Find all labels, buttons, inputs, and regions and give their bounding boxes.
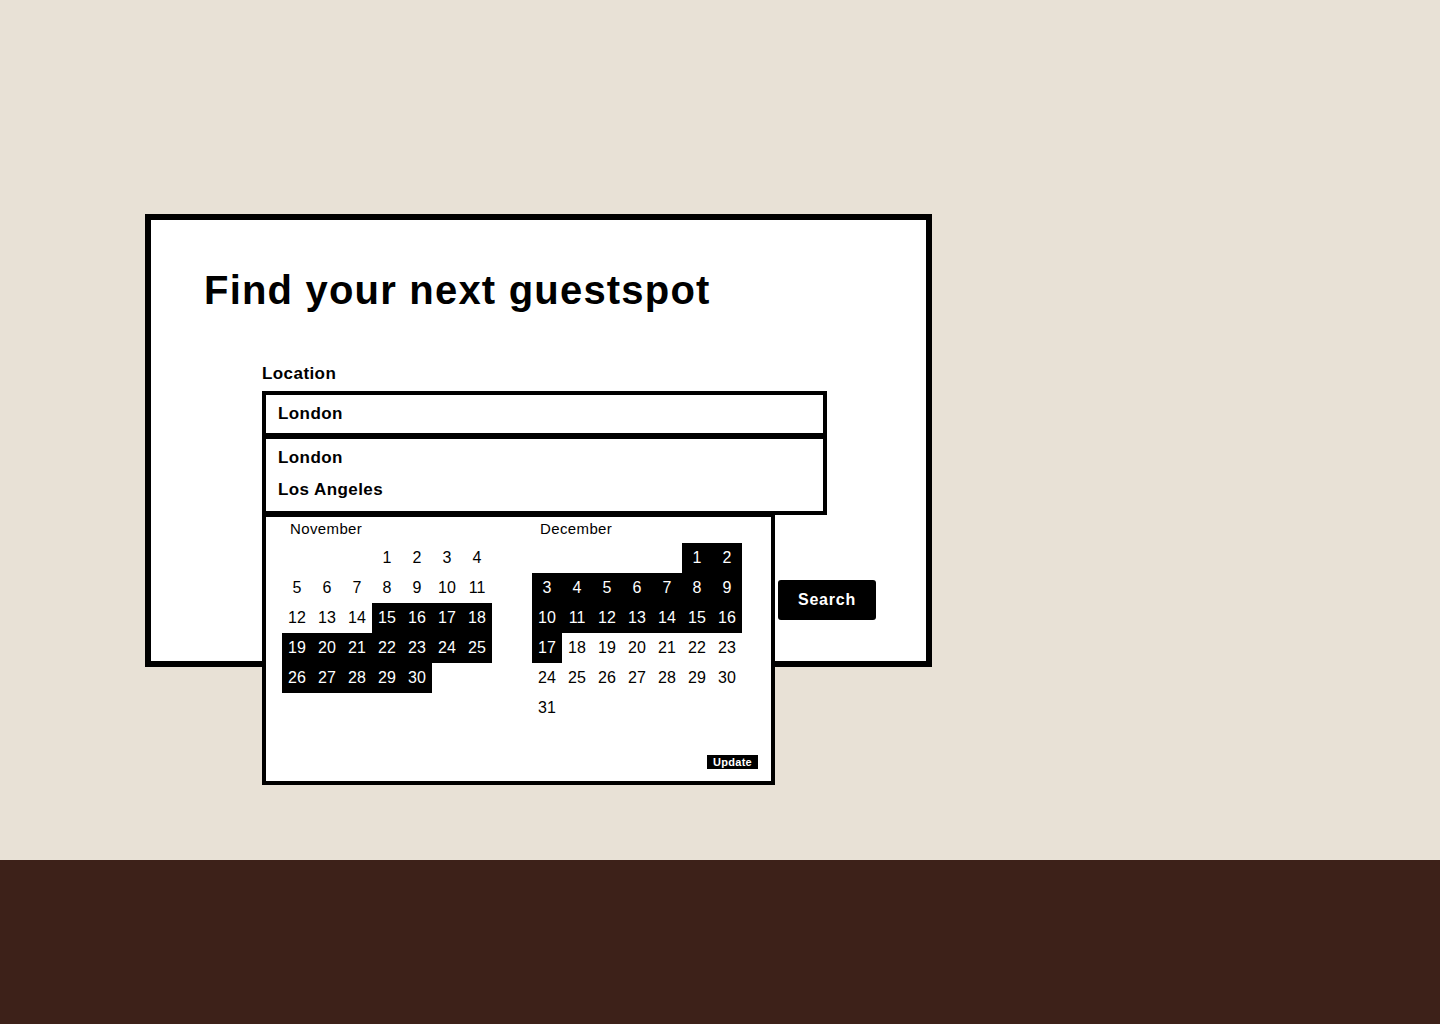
calendar-day[interactable]: 13: [312, 603, 342, 633]
date-picker: November12345678910111213141516171819202…: [262, 513, 775, 785]
calendar-day[interactable]: 8: [682, 573, 712, 603]
calendar-day[interactable]: 2: [402, 543, 432, 573]
calendar-day[interactable]: 17: [432, 603, 462, 633]
calendar-day[interactable]: 7: [652, 573, 682, 603]
calendar-month: November12345678910111213141516171819202…: [282, 519, 492, 723]
calendar-day[interactable]: 11: [562, 603, 592, 633]
calendar-day[interactable]: 25: [562, 663, 592, 693]
calendar-day[interactable]: 28: [652, 663, 682, 693]
calendar-day[interactable]: 6: [622, 573, 652, 603]
calendar-day[interactable]: 19: [282, 633, 312, 663]
calendar-day[interactable]: 17: [532, 633, 562, 663]
calendar-day[interactable]: 12: [592, 603, 622, 633]
calendar-day[interactable]: 25: [462, 633, 492, 663]
calendar-day[interactable]: 22: [372, 633, 402, 663]
calendar-day[interactable]: 19: [592, 633, 622, 663]
calendar-day[interactable]: 7: [342, 573, 372, 603]
calendar-day[interactable]: 14: [342, 603, 372, 633]
page: Find your next guestspotLocationLondonLo…: [0, 0, 1440, 1024]
calendar-day[interactable]: 29: [682, 663, 712, 693]
calendar-day[interactable]: 20: [312, 633, 342, 663]
location-input[interactable]: London: [262, 391, 827, 437]
calendar-day[interactable]: 14: [652, 603, 682, 633]
calendar-day[interactable]: 5: [592, 573, 622, 603]
card-title: Find your next guestspot: [204, 266, 926, 314]
calendar-day[interactable]: 26: [282, 663, 312, 693]
calendar-day[interactable]: 29: [372, 663, 402, 693]
location-label: Location: [262, 364, 926, 384]
calendar-day[interactable]: 3: [532, 573, 562, 603]
calendar-day[interactable]: 26: [592, 663, 622, 693]
calendar-day[interactable]: 31: [532, 693, 562, 723]
calendar-day[interactable]: 4: [562, 573, 592, 603]
calendar-day[interactable]: 28: [342, 663, 372, 693]
month-label: November: [282, 519, 492, 539]
calendar-day[interactable]: 2: [712, 543, 742, 573]
calendar-day[interactable]: 30: [402, 663, 432, 693]
calendar-day[interactable]: 27: [312, 663, 342, 693]
calendar-day[interactable]: 12: [282, 603, 312, 633]
calendar-day[interactable]: 9: [712, 573, 742, 603]
day-grid: 1234567891011121314151617181920212223242…: [532, 543, 742, 723]
calendar-day[interactable]: 30: [712, 663, 742, 693]
calendar-day[interactable]: 18: [562, 633, 592, 663]
month-label: December: [532, 519, 742, 539]
day-grid: 1234567891011121314151617181920212223242…: [282, 543, 492, 693]
search-button[interactable]: Search: [778, 580, 876, 620]
calendar-day[interactable]: 15: [682, 603, 712, 633]
calendar-day[interactable]: 20: [622, 633, 652, 663]
calendar-day[interactable]: 10: [432, 573, 462, 603]
calendar-day[interactable]: 5: [282, 573, 312, 603]
calendar-day[interactable]: 23: [402, 633, 432, 663]
calendar-day[interactable]: 1: [372, 543, 402, 573]
suggestion-item[interactable]: London: [278, 447, 811, 469]
calendar-day[interactable]: 10: [532, 603, 562, 633]
calendar-day[interactable]: 24: [532, 663, 562, 693]
calendar-day[interactable]: 16: [712, 603, 742, 633]
calendar-day[interactable]: 24: [432, 633, 462, 663]
search-card: Find your next guestspotLocationLondonLo…: [145, 214, 932, 667]
calendar-day[interactable]: 18: [462, 603, 492, 633]
calendar-day[interactable]: 9: [402, 573, 432, 603]
calendar-day[interactable]: 22: [682, 633, 712, 663]
calendar-day[interactable]: 8: [372, 573, 402, 603]
calendar-day[interactable]: 13: [622, 603, 652, 633]
calendar-day[interactable]: 27: [622, 663, 652, 693]
calendar-day[interactable]: 15: [372, 603, 402, 633]
calendar-day[interactable]: 6: [312, 573, 342, 603]
calendar-day[interactable]: 21: [652, 633, 682, 663]
suggestion-item[interactable]: Los Angeles: [278, 479, 811, 501]
calendar-day[interactable]: 3: [432, 543, 462, 573]
calendar-month: December12345678910111213141516171819202…: [532, 519, 742, 723]
calendar-day[interactable]: 4: [462, 543, 492, 573]
calendar-day[interactable]: 16: [402, 603, 432, 633]
calendar-day[interactable]: 21: [342, 633, 372, 663]
calendar-day[interactable]: 23: [712, 633, 742, 663]
location-suggestions: London Los Angeles: [262, 435, 827, 515]
calendar-day[interactable]: 1: [682, 543, 712, 573]
update-button[interactable]: Update: [707, 755, 758, 769]
calendar-day[interactable]: 11: [462, 573, 492, 603]
